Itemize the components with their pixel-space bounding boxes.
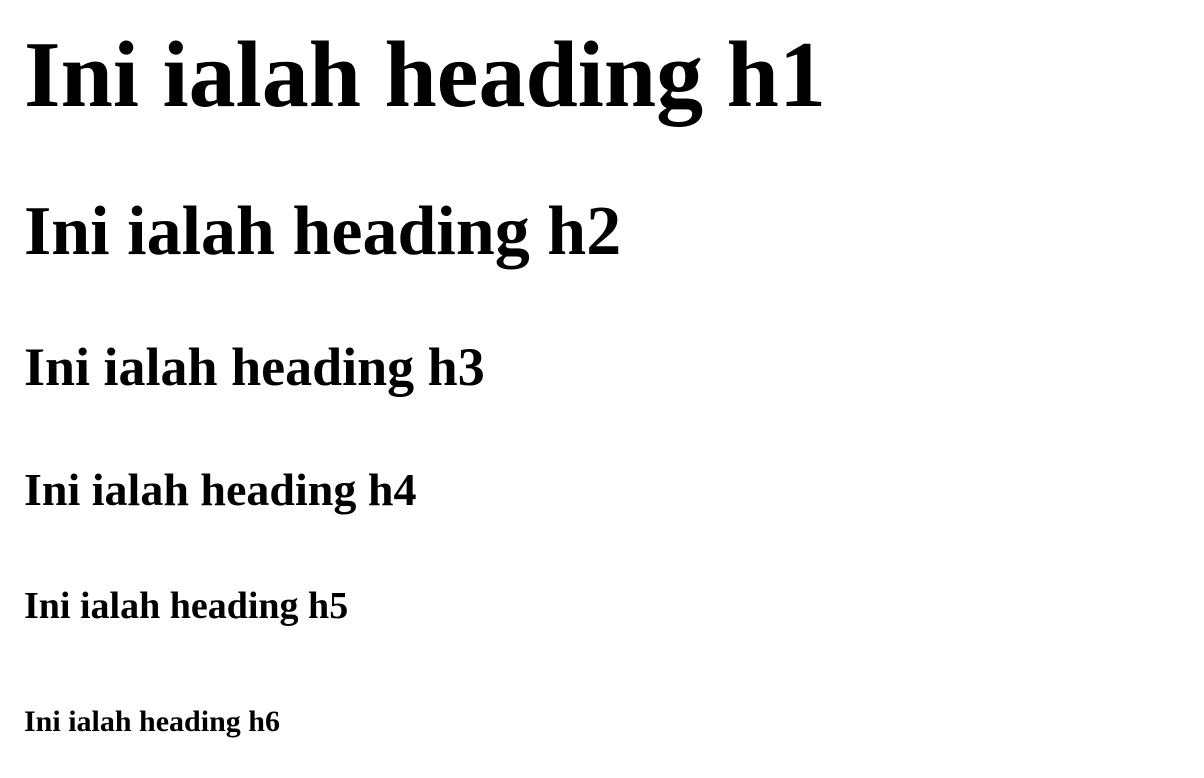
heading-h5: Ini ialah heading h5 bbox=[24, 585, 349, 627]
heading-h6: Ini ialah heading h6 bbox=[24, 705, 280, 738]
heading-h4: Ini ialah heading h4 bbox=[24, 464, 417, 515]
heading-h1: Ini ialah heading h1 bbox=[24, 23, 826, 127]
heading-h3: Ini ialah heading h3 bbox=[24, 337, 485, 397]
heading-h2: Ini ialah heading h2 bbox=[24, 193, 622, 270]
